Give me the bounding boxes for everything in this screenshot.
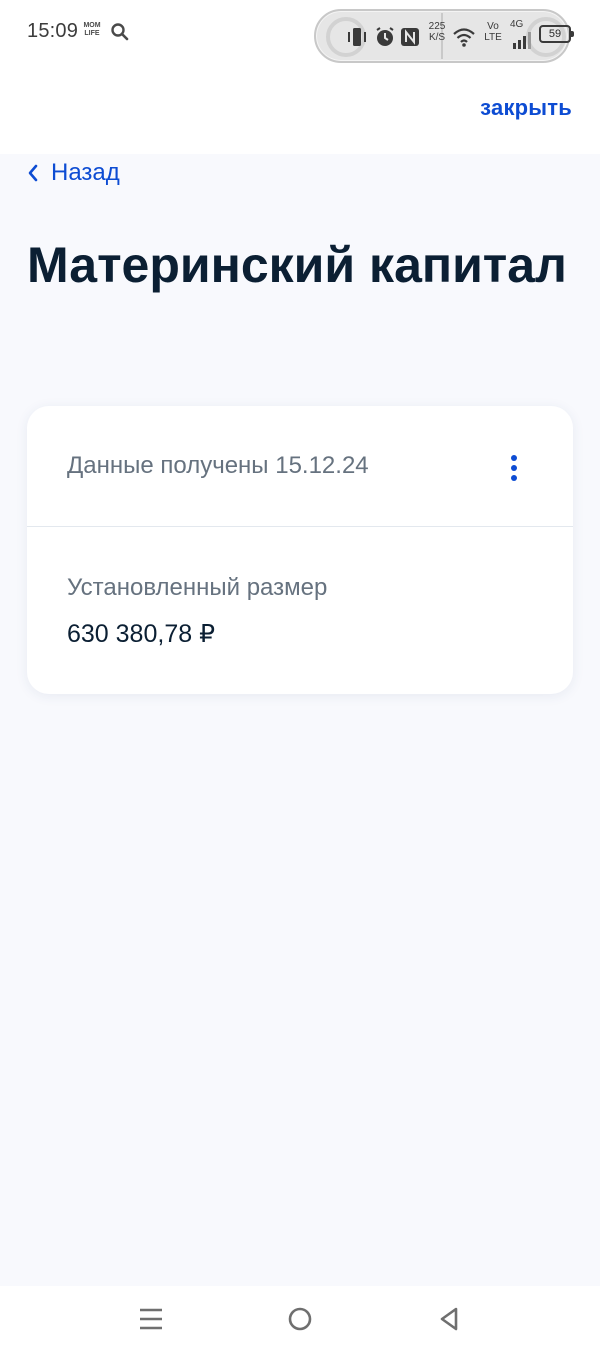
more-dot-icon: [511, 455, 517, 461]
search-icon: [111, 23, 129, 41]
volte-bottom: LTE: [484, 32, 502, 43]
established-amount-label: Установленный размер: [67, 574, 328, 601]
back-triangle-icon[interactable]: [434, 1304, 464, 1334]
chevron-left-icon: [28, 164, 38, 182]
volte-top: Vo: [487, 21, 499, 32]
app-badge-icon: MOM LIFE: [83, 22, 101, 37]
network-type: 4G: [510, 19, 524, 30]
status-icons-pill: 225 K/S Vo LTE 4G 59: [314, 9, 574, 63]
close-button[interactable]: закрыть: [480, 95, 572, 121]
net-speed: 225 K/S: [426, 21, 448, 43]
maternity-capital-card: Данные получены 15.12.24 Установленный р…: [27, 406, 573, 694]
home-icon[interactable]: [285, 1304, 315, 1334]
page-title: Материнский капитал: [27, 237, 567, 293]
signal-icon: [513, 32, 531, 49]
menu-icon[interactable]: [136, 1304, 166, 1334]
nfc-icon: [401, 28, 419, 46]
more-options-button[interactable]: [500, 450, 528, 486]
wifi-icon: [453, 28, 475, 47]
vibrate-icon: [348, 28, 366, 46]
card-header: Данные получены 15.12.24: [27, 406, 573, 527]
battery-icon: 59: [539, 25, 574, 43]
data-received-date: Данные получены 15.12.24: [67, 452, 369, 479]
established-amount-value: 630 380,78 ₽: [67, 620, 215, 648]
more-dot-icon: [511, 465, 517, 471]
more-dot-icon: [511, 475, 517, 481]
back-button[interactable]: Назад: [27, 158, 120, 188]
volte-indicator: Vo LTE: [482, 21, 504, 43]
status-time: 15:09: [27, 20, 79, 42]
alarm-icon: [376, 27, 394, 46]
net-speed-unit: K/S: [428, 32, 446, 43]
status-bar: 15:09 MOM LIFE 225 K/S Vo LTE 4G 59: [0, 0, 600, 66]
app-header: закрыть: [0, 66, 600, 154]
back-label: Назад: [51, 159, 120, 186]
net-speed-value: 225: [428, 21, 446, 32]
system-nav-bar: [0, 1286, 600, 1352]
